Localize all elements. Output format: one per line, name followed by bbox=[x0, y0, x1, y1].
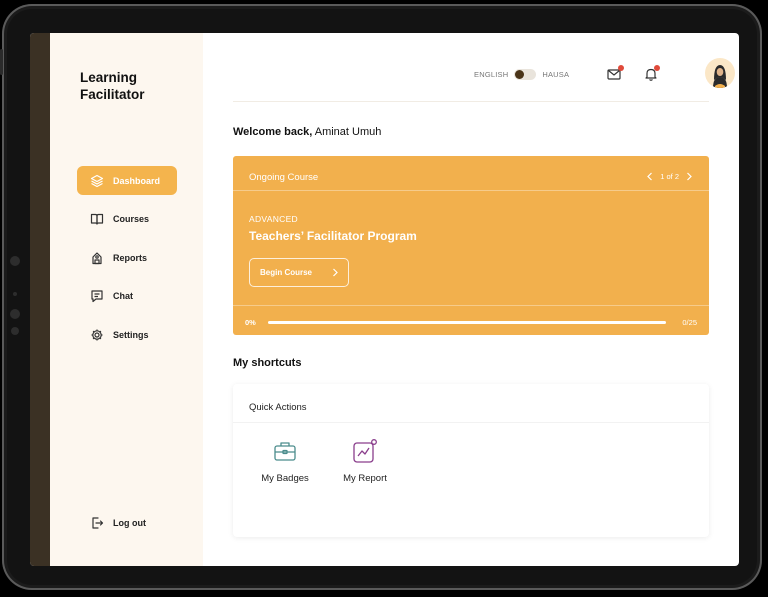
course-pager: 1 of 2 bbox=[646, 172, 693, 181]
camera-dot bbox=[10, 309, 20, 319]
quick-actions-header: Quick Actions bbox=[233, 384, 709, 423]
brand-line-2: Facilitator bbox=[80, 87, 145, 102]
briefcase-icon bbox=[272, 438, 298, 464]
quick-actions-card: Quick Actions My Badges My Report bbox=[233, 384, 709, 537]
user-avatar-icon bbox=[713, 65, 727, 88]
toggle-knob bbox=[515, 70, 525, 79]
course-progress: 0% 0/25 bbox=[233, 305, 709, 336]
sidebar-item-label: Settings bbox=[113, 329, 149, 340]
sidebar-item-label: Reports bbox=[113, 252, 148, 263]
sidebar-item-courses[interactable]: Courses bbox=[77, 204, 177, 233]
my-badges-shortcut[interactable]: My Badges bbox=[250, 438, 320, 484]
user-name: Aminat Umuh bbox=[314, 126, 382, 138]
camera-dot bbox=[10, 256, 20, 266]
bell-notification-dot bbox=[654, 65, 660, 71]
chart-icon bbox=[352, 438, 378, 464]
sidebar-item-label: Courses bbox=[113, 213, 150, 224]
logout-label: Log out bbox=[113, 517, 146, 528]
report-icon bbox=[90, 251, 104, 265]
sidebar-item-label: Chat bbox=[113, 290, 133, 301]
main-content: ENGLISH HAUSA Welcome back, Aminat Umuh … bbox=[203, 33, 739, 566]
brand-line-1: Learning bbox=[80, 70, 138, 85]
welcome-message: Welcome back, Aminat Umuh bbox=[233, 126, 381, 138]
sidebar-item-chat[interactable]: Chat bbox=[77, 281, 177, 310]
sidebar: Learning Facilitator Dashboard Courses R… bbox=[50, 33, 203, 566]
lesson-count: 0/25 bbox=[682, 318, 697, 327]
screen-edge-strip bbox=[30, 33, 50, 566]
sidebar-item-dashboard[interactable]: Dashboard bbox=[77, 166, 177, 195]
lang-hausa-label: HAUSA bbox=[542, 70, 570, 79]
progress-bar bbox=[268, 321, 666, 324]
course-level: ADVANCED bbox=[249, 214, 299, 224]
chevron-right-icon[interactable] bbox=[685, 172, 693, 181]
tablet-side-button bbox=[0, 49, 3, 75]
course-card-header: Ongoing Course 1 of 2 bbox=[233, 156, 709, 191]
begin-course-label: Begin Course bbox=[260, 268, 313, 277]
sidebar-item-label: Dashboard bbox=[113, 175, 161, 186]
sidebar-item-settings[interactable]: Settings bbox=[77, 320, 177, 349]
shortcut-label: My Report bbox=[343, 473, 387, 484]
lang-english-label: ENGLISH bbox=[474, 70, 509, 79]
ongoing-course-card: Ongoing Course 1 of 2 ADVANCED Teachers’… bbox=[233, 156, 709, 335]
logout-icon bbox=[90, 516, 104, 530]
welcome-prefix: Welcome back, bbox=[233, 126, 313, 138]
begin-course-button[interactable]: Begin Course bbox=[249, 258, 349, 287]
my-report-shortcut[interactable]: My Report bbox=[330, 438, 400, 484]
course-title: Teachers’ Facilitator Program bbox=[249, 229, 417, 243]
language-switch[interactable]: ENGLISH HAUSA bbox=[474, 69, 569, 80]
camera-dot bbox=[11, 327, 19, 335]
pager-text: 1 of 2 bbox=[660, 172, 679, 181]
logout-button[interactable]: Log out bbox=[77, 508, 177, 537]
layers-icon bbox=[90, 174, 104, 188]
quick-actions-label: Quick Actions bbox=[249, 402, 307, 413]
app-screen: Learning Facilitator Dashboard Courses R… bbox=[30, 33, 739, 566]
chat-icon bbox=[90, 289, 104, 303]
notifications-button[interactable] bbox=[643, 65, 660, 82]
shortcuts-heading: My shortcuts bbox=[233, 357, 302, 369]
sidebar-item-reports[interactable]: Reports bbox=[77, 243, 177, 272]
chevron-left-icon[interactable] bbox=[646, 172, 654, 181]
progress-percent: 0% bbox=[245, 318, 256, 327]
avatar[interactable] bbox=[705, 58, 735, 88]
gear-icon bbox=[90, 328, 104, 342]
book-icon bbox=[90, 212, 104, 226]
shortcut-label: My Badges bbox=[261, 473, 309, 484]
tablet-frame: Learning Facilitator Dashboard Courses R… bbox=[0, 4, 762, 590]
mail-button[interactable] bbox=[606, 65, 624, 82]
mail-notification-dot bbox=[618, 65, 624, 71]
ongoing-course-label: Ongoing Course bbox=[249, 172, 319, 183]
top-bar: ENGLISH HAUSA bbox=[233, 33, 735, 102]
chevron-right-icon bbox=[333, 268, 338, 277]
camera-dot bbox=[13, 292, 17, 296]
language-toggle[interactable] bbox=[514, 69, 537, 80]
app-brand: Learning Facilitator bbox=[80, 69, 145, 103]
